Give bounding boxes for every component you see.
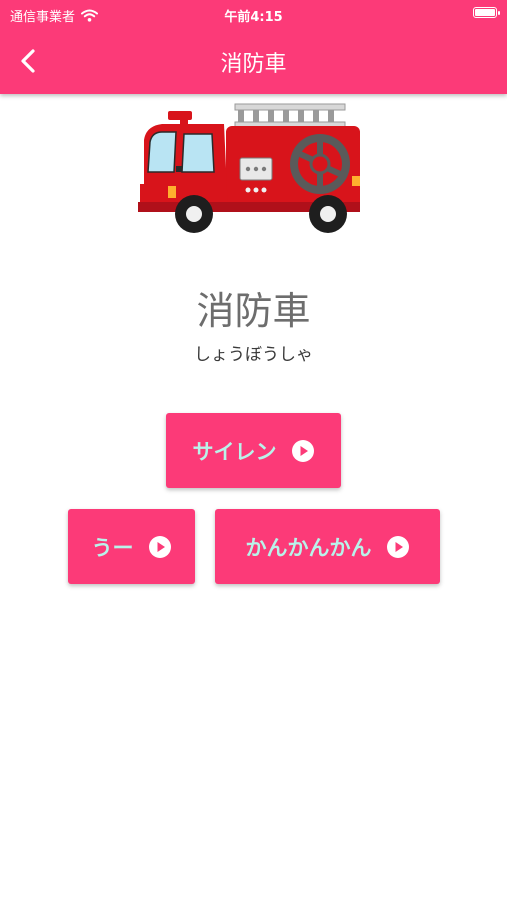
siren-sound-button[interactable]: サイレン <box>166 413 341 488</box>
uu-sound-button[interactable]: うー <box>68 509 195 584</box>
status-bar: 通信事業者 午前4:15 <box>0 0 507 28</box>
status-time: 午前4:15 <box>224 10 283 25</box>
app-header: 通信事業者 午前4:15 消防車 <box>0 0 507 94</box>
play-icon <box>291 439 314 462</box>
fire-truck-illustration <box>138 103 360 233</box>
sound-button-label: かんかんかん <box>245 535 372 560</box>
play-icon <box>386 535 409 558</box>
play-icon <box>148 535 171 558</box>
navigation-bar: 消防車 <box>0 28 507 94</box>
vehicle-reading: しょうぼうしゃ <box>194 345 313 365</box>
sound-button-label: うー <box>91 535 134 560</box>
kankankan-sound-button[interactable]: かんかんかん <box>215 509 440 584</box>
vehicle-name: 消防車 <box>196 289 311 333</box>
sound-button-label: サイレン <box>192 439 277 464</box>
page-title: 消防車 <box>220 52 287 77</box>
battery-icon <box>473 7 500 18</box>
